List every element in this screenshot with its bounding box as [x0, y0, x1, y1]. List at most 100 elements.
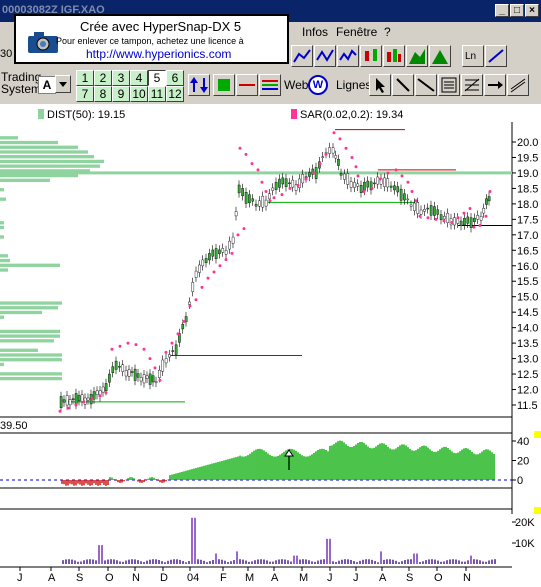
web-icon[interactable]: W	[308, 75, 328, 95]
system-7-button[interactable]: 7	[76, 86, 94, 102]
line2-chart-button[interactable]	[314, 45, 336, 67]
volume-bar	[404, 560, 406, 564]
minimize-button[interactable]: _	[495, 4, 509, 17]
dist-bar	[0, 315, 4, 319]
volume-bar	[332, 561, 334, 564]
candle-body	[244, 192, 248, 204]
sar-dot	[362, 190, 366, 194]
sar-dot	[386, 171, 390, 175]
osc-marker	[534, 431, 541, 438]
menu-infos[interactable]: Infos	[302, 25, 328, 39]
volume-bar	[476, 559, 478, 564]
price-tick-label: 14.0	[517, 323, 538, 335]
volume-bar	[491, 559, 493, 564]
dist-bar	[0, 263, 60, 267]
system-11-button[interactable]: 11	[148, 86, 166, 102]
volume-bar	[278, 559, 280, 564]
sar-dot	[318, 162, 322, 166]
bars-chart-button[interactable]	[383, 45, 405, 67]
system-dropdown-button[interactable]	[55, 75, 71, 93]
system-select[interactable]: A	[38, 76, 56, 94]
volume-bar	[191, 517, 193, 564]
zigzag-chart-button[interactable]	[337, 45, 359, 67]
candle-body	[433, 206, 436, 216]
sort-arrows-button[interactable]	[188, 74, 210, 96]
volume-bar	[122, 561, 124, 564]
draw-button[interactable]	[485, 45, 507, 67]
volume-bar	[314, 561, 316, 564]
green-bar-icon	[218, 79, 230, 91]
menu-fenetre[interactable]: Fenêtre	[336, 25, 377, 39]
system-1-button[interactable]: 1	[76, 70, 94, 86]
line-chart-button[interactable]	[291, 45, 313, 67]
candle-body	[74, 393, 78, 405]
candle-body	[108, 373, 111, 383]
candle-body	[356, 183, 360, 187]
sar-dot	[468, 207, 472, 211]
watermark-link[interactable]: http://www.hyperionics.com	[86, 47, 231, 61]
time-tick-label: M	[299, 572, 308, 584]
volume-bar	[197, 559, 199, 564]
candle-body	[459, 220, 463, 226]
system-9-button[interactable]: 9	[112, 86, 130, 102]
candle-body	[59, 396, 63, 408]
arrow-tool-button[interactable]	[484, 74, 506, 96]
candle-body	[77, 395, 81, 402]
volume-bar	[416, 553, 418, 564]
indicator-button-1[interactable]	[213, 74, 235, 96]
area-chart-button[interactable]	[406, 45, 428, 67]
system-10-button[interactable]: 10	[130, 86, 148, 102]
system-4-button[interactable]: 4	[130, 70, 148, 86]
price-tick-label: 17.0	[517, 230, 538, 242]
candle-body	[291, 179, 295, 188]
fib-tool-button[interactable]	[461, 74, 483, 96]
candle-body	[426, 207, 430, 210]
price-tick-label: 16.0	[517, 261, 538, 273]
volume-bar	[164, 562, 166, 564]
sar-dot	[244, 152, 248, 156]
osc-tick-label: 0	[517, 475, 523, 487]
candle-chart-button[interactable]	[360, 45, 382, 67]
dist-bar	[0, 235, 4, 239]
time-tick-label: O	[105, 572, 114, 584]
system-12-button[interactable]: 12	[166, 86, 184, 102]
system-5-button[interactable]: 5	[148, 70, 166, 86]
candle-body	[423, 209, 426, 212]
candle-body	[284, 178, 288, 188]
close-button[interactable]: ×	[525, 4, 539, 17]
grid-lines-button[interactable]	[259, 74, 281, 96]
channel-tool-button[interactable]	[507, 74, 529, 96]
volume-bar	[470, 555, 472, 564]
system-8-button[interactable]: 8	[94, 86, 112, 102]
volume-bar	[269, 561, 271, 564]
volume-bar	[110, 559, 112, 564]
candle-body	[136, 373, 140, 378]
text-tool-button[interactable]	[438, 74, 460, 96]
volume-bar	[311, 561, 313, 564]
web-label[interactable]: Web	[284, 78, 308, 92]
volume-bar	[386, 559, 388, 564]
volume-bar	[173, 559, 175, 564]
volume-bar	[92, 559, 94, 564]
candle-body	[224, 250, 228, 255]
candle-body	[161, 359, 165, 372]
sar-legend-swatch	[291, 109, 297, 119]
volume-bar	[104, 560, 106, 564]
line-tool-button[interactable]	[392, 74, 414, 96]
ray-tool-button[interactable]	[415, 74, 437, 96]
system-6-button[interactable]: 6	[166, 70, 184, 86]
layout-button[interactable]: Ln	[462, 45, 484, 67]
menu-help[interactable]: ?	[384, 25, 391, 39]
hline-button[interactable]	[236, 74, 258, 96]
period-field[interactable]: 30	[0, 48, 12, 60]
candle-body	[80, 394, 84, 402]
sar-dot	[74, 403, 78, 407]
system-3-button[interactable]: 3	[112, 70, 130, 86]
line2-chart-icon	[316, 49, 334, 62]
mountain-chart-button[interactable]	[429, 45, 451, 67]
candle-body	[443, 216, 446, 220]
maximize-button[interactable]: □	[510, 4, 524, 17]
system-2-button[interactable]: 2	[94, 70, 112, 86]
pointer-tool-button[interactable]	[369, 74, 391, 96]
dist-bar	[0, 225, 4, 230]
